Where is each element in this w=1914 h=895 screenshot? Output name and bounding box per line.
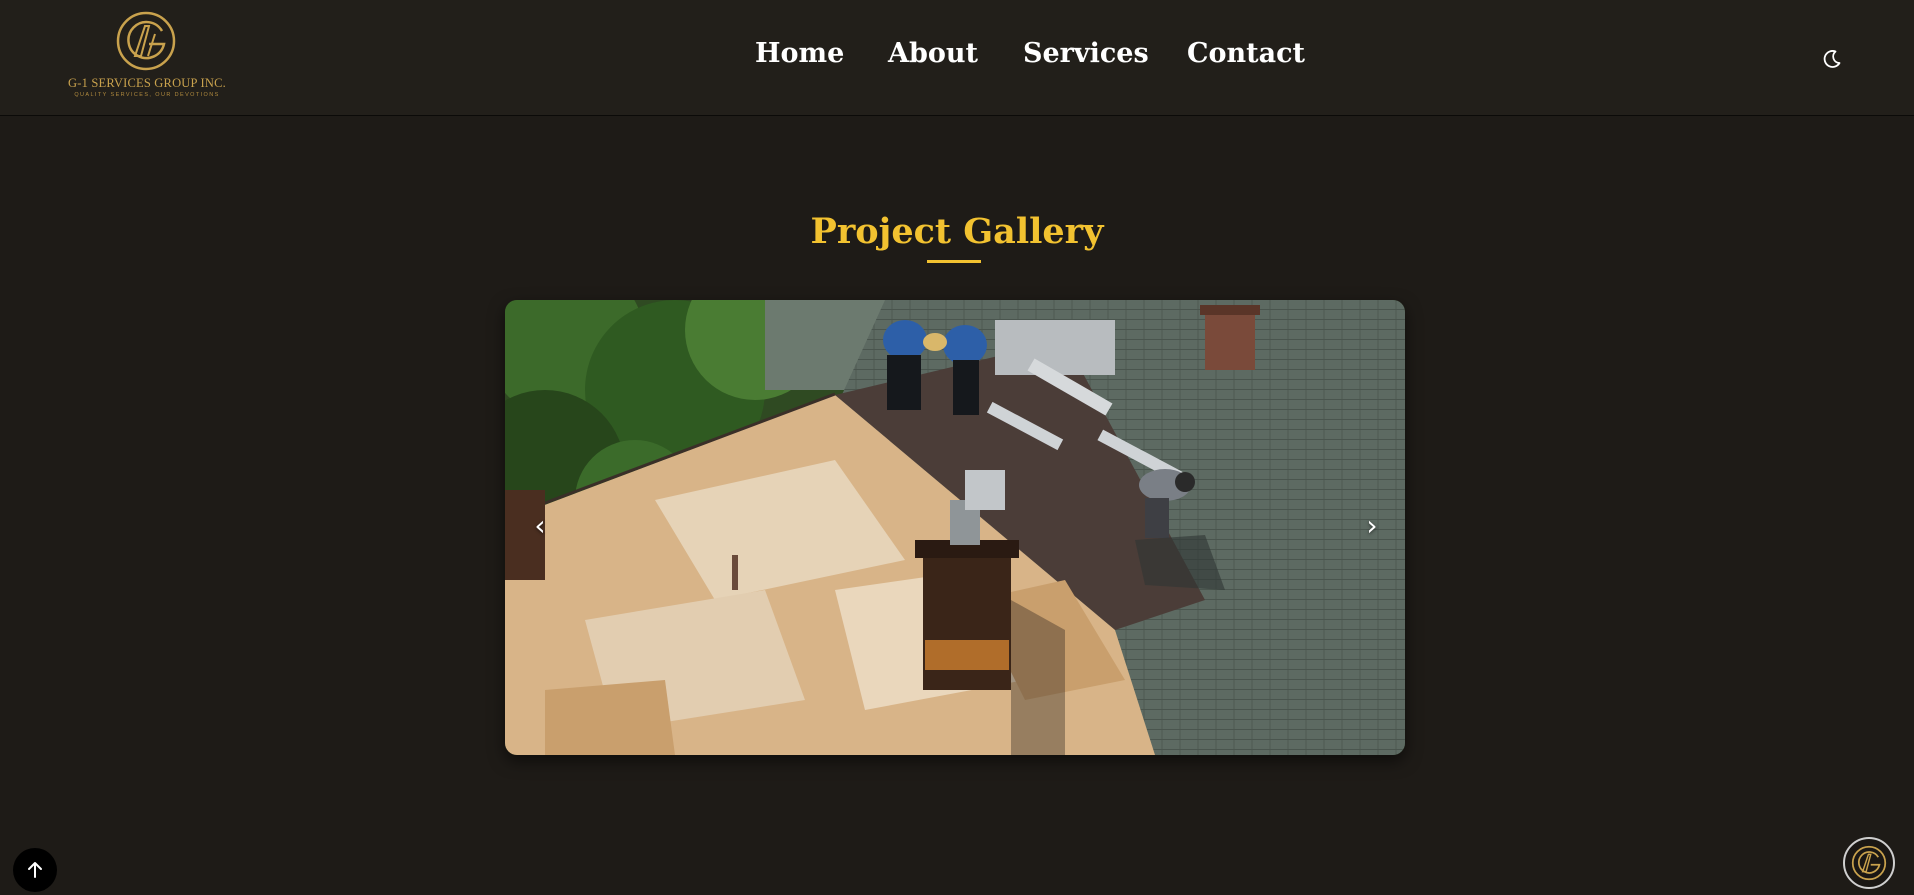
gallery-carousel[interactable]: ‹ › bbox=[505, 300, 1405, 755]
arrow-up-icon bbox=[28, 862, 42, 878]
nav-item-services[interactable]: Services bbox=[1023, 36, 1149, 72]
nav-item-contact[interactable]: Contact bbox=[1187, 36, 1305, 72]
gallery-title: Project Gallery bbox=[810, 211, 1104, 252]
main-nav: Home About Services Contact bbox=[0, 36, 1914, 76]
theme-toggle-button[interactable] bbox=[1820, 47, 1844, 71]
nav-item-about[interactable]: About bbox=[888, 36, 978, 72]
nav-item-home[interactable]: Home bbox=[755, 36, 844, 72]
g1-monogram-icon bbox=[1851, 845, 1887, 881]
scroll-to-top-button[interactable] bbox=[13, 848, 57, 892]
brand-tagline: QUALITY SERVICES, OUR DEVOTIONS bbox=[74, 92, 220, 98]
title-underline bbox=[927, 260, 981, 263]
site-header: G-1 SERVICES GROUP INC. QUALITY SERVICES… bbox=[0, 0, 1914, 116]
roofing-photo bbox=[505, 300, 1405, 755]
brand-name: G-1 SERVICES GROUP INC. bbox=[67, 76, 226, 90]
floating-logo-badge[interactable] bbox=[1843, 837, 1895, 889]
moon-icon bbox=[1823, 50, 1841, 68]
carousel-prev-button[interactable]: ‹ bbox=[525, 506, 555, 546]
carousel-next-button[interactable]: › bbox=[1357, 506, 1387, 546]
